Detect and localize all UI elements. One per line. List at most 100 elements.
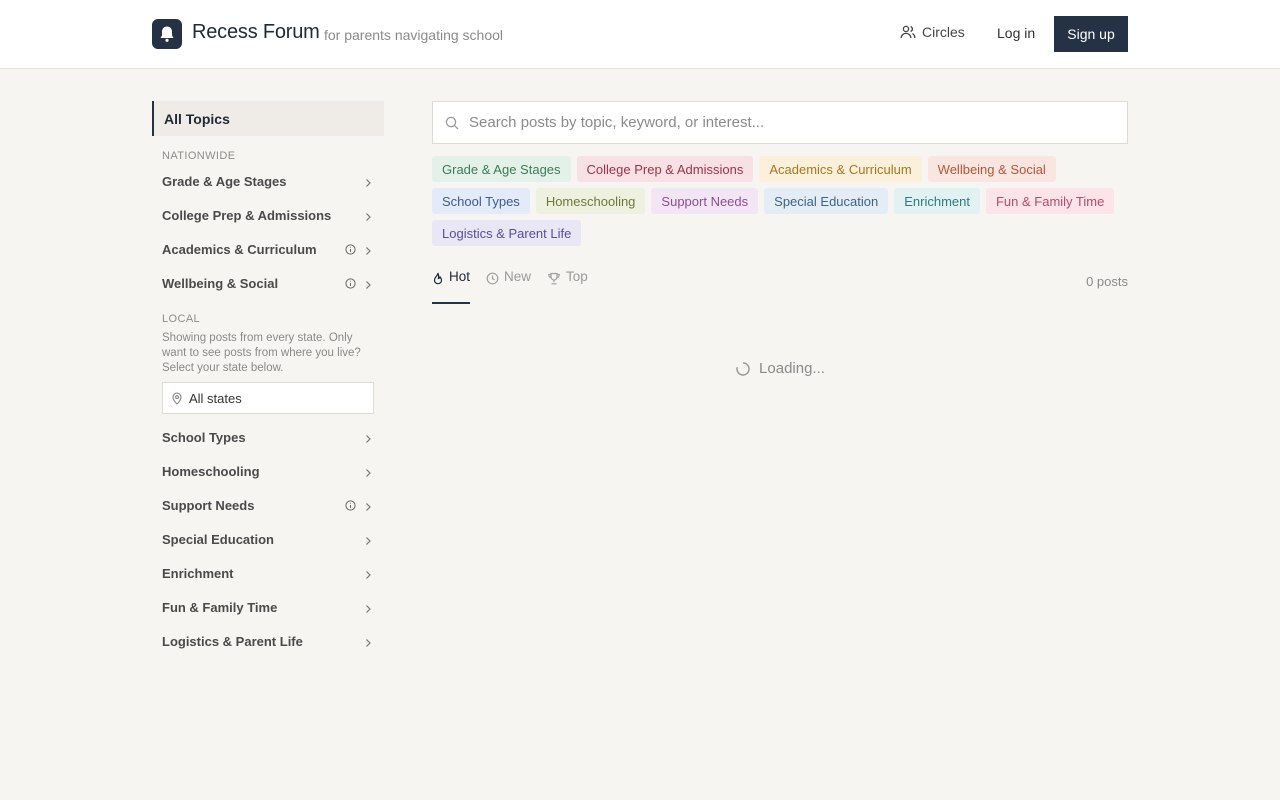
expand-chevron[interactable] bbox=[364, 278, 372, 293]
chevron-right-icon bbox=[366, 571, 371, 579]
tab-top-label: Top bbox=[566, 269, 588, 284]
spinner-icon bbox=[736, 361, 750, 376]
logo[interactable] bbox=[152, 19, 182, 49]
expand-chevron[interactable] bbox=[364, 244, 372, 259]
expand-chevron[interactable] bbox=[364, 602, 372, 617]
chevron-right-icon bbox=[366, 281, 371, 289]
topic-chip-grade-and-age-stages[interactable]: Grade & Age Stages bbox=[432, 156, 571, 182]
info-icon[interactable] bbox=[345, 500, 356, 511]
bell-icon bbox=[160, 26, 174, 42]
expand-chevron[interactable] bbox=[364, 466, 372, 481]
main-content: Grade & Age StagesCollege Prep & Admissi… bbox=[432, 101, 1128, 377]
sidebar-item-enrichment[interactable]: Enrichment bbox=[162, 556, 374, 590]
info-icon[interactable] bbox=[345, 244, 356, 255]
chevron-right-icon bbox=[366, 605, 371, 613]
sidebar-item-label: Special Education bbox=[162, 531, 274, 547]
topic-sidebar: All Topics NATIONWIDE Grade & Age Stages… bbox=[152, 101, 384, 658]
tab-hot-label: Hot bbox=[449, 269, 471, 284]
chevron-right-icon bbox=[366, 639, 371, 647]
brand-tagline: for parents navigating school bbox=[324, 27, 503, 43]
info-button[interactable] bbox=[345, 499, 356, 514]
topic-chips: Grade & Age Stages College Prep & Admissi… bbox=[432, 156, 1132, 246]
search-icon bbox=[445, 116, 459, 129]
sidebar-item-fun-and-family-time[interactable]: Fun & Family Time bbox=[162, 590, 374, 624]
topic-chip-fun-and-family-time[interactable]: Fun & Family Time bbox=[985, 188, 1115, 214]
local-topic-list: School Types Homeschooling Support Needs Sp… bbox=[152, 420, 384, 658]
sidebar-item-all-topics[interactable]: All Topics bbox=[152, 101, 384, 136]
post-count: 0 posts bbox=[1086, 274, 1128, 289]
sidebar-item-logistics-and-parent-life[interactable]: Logistics & Parent Life bbox=[162, 624, 374, 658]
sidebar-item-label: Support Needs bbox=[162, 497, 255, 513]
chevron-right-icon bbox=[366, 247, 371, 255]
tab-new-label: New bbox=[504, 269, 532, 284]
sidebar-item-homeschooling[interactable]: Homeschooling bbox=[162, 454, 374, 488]
sidebar-item-wellbeing-and-social[interactable]: Wellbeing & Social bbox=[162, 266, 374, 300]
nav-circles[interactable]: Circles bbox=[900, 24, 965, 40]
chevron-right-icon bbox=[366, 537, 371, 545]
sidebar-item-label: Enrichment bbox=[162, 565, 234, 581]
search-bar[interactable] bbox=[432, 101, 1128, 144]
sidebar-item-label: Homeschooling bbox=[162, 463, 260, 479]
nav-circles-label: Circles bbox=[922, 24, 965, 40]
top-header: Recess Forum for parents navigating scho… bbox=[0, 0, 1280, 69]
sidebar-item-label: Logistics & Parent Life bbox=[162, 633, 303, 649]
topic-chip-enrichment[interactable]: Enrichment bbox=[894, 188, 980, 214]
tab-new[interactable]: New bbox=[486, 268, 531, 304]
info-button[interactable] bbox=[345, 243, 356, 258]
brand-name[interactable]: Recess Forum bbox=[192, 21, 320, 44]
topic-chip-college-prep-and-admissions[interactable]: College Prep & Admissions bbox=[576, 156, 754, 182]
sidebar-item-label: Fun & Family Time bbox=[162, 599, 278, 615]
chevron-right-icon bbox=[366, 213, 371, 221]
clock-icon bbox=[486, 272, 499, 285]
expand-chevron[interactable] bbox=[364, 210, 372, 225]
topic-chip-wellbeing-and-social[interactable]: Wellbeing & Social bbox=[927, 156, 1056, 182]
local-section-label: LOCAL bbox=[162, 313, 201, 325]
expand-chevron[interactable] bbox=[364, 432, 372, 447]
users-icon bbox=[900, 25, 916, 39]
sidebar-item-academics-and-curriculum[interactable]: Academics & Curriculum bbox=[162, 232, 374, 266]
tab-hot[interactable]: Hot bbox=[432, 268, 471, 304]
topic-chip-special-education[interactable]: Special Education bbox=[764, 188, 889, 214]
chevron-right-icon bbox=[366, 179, 371, 187]
sidebar-item-label: Wellbeing & Social bbox=[162, 275, 279, 291]
expand-chevron[interactable] bbox=[364, 636, 372, 651]
map-pin-icon bbox=[172, 392, 182, 405]
topic-chip-support-needs[interactable]: Support Needs bbox=[651, 188, 759, 214]
sidebar-item-label: College Prep & Admissions bbox=[162, 207, 332, 223]
sidebar-item-label: Grade & Age Stages bbox=[162, 173, 287, 189]
topic-chip-school-types[interactable]: School Types bbox=[432, 188, 530, 214]
sort-tabs: Hot New Top 0 posts bbox=[432, 268, 1128, 304]
sidebar-item-grade-and-age-stages[interactable]: Grade & Age Stages bbox=[162, 164, 374, 198]
trophy-icon bbox=[548, 272, 560, 285]
chevron-right-icon bbox=[366, 469, 371, 477]
sidebar-item-label: Academics & Curriculum bbox=[162, 241, 317, 257]
topic-chip-homeschooling[interactable]: Homeschooling bbox=[535, 188, 646, 214]
sidebar-item-label: School Types bbox=[162, 429, 246, 445]
expand-chevron[interactable] bbox=[364, 534, 372, 549]
info-button[interactable] bbox=[345, 277, 356, 292]
sidebar-item-support-needs[interactable]: Support Needs bbox=[162, 488, 374, 522]
tab-top[interactable]: Top bbox=[547, 268, 588, 304]
expand-chevron[interactable] bbox=[364, 500, 372, 515]
sidebar-item-college-prep-and-admissions[interactable]: College Prep & Admissions bbox=[162, 198, 374, 232]
topic-chip-logistics-and-parent-life[interactable]: Logistics & Parent Life bbox=[432, 220, 582, 246]
sidebar-item-school-types[interactable]: School Types bbox=[162, 420, 374, 454]
signup-button[interactable]: Sign up bbox=[1054, 16, 1128, 52]
loading-text: Loading... bbox=[759, 360, 825, 377]
flame-icon bbox=[433, 272, 443, 285]
sidebar-item-special-education[interactable]: Special Education bbox=[162, 522, 374, 556]
local-help-text: Showing posts from every state. Only wan… bbox=[162, 332, 361, 374]
loading-indicator: Loading... bbox=[432, 360, 1128, 377]
chevron-right-icon bbox=[366, 503, 371, 511]
nationwide-topic-list: Grade & Age Stages College Prep & Admissi… bbox=[152, 164, 384, 300]
search-input[interactable] bbox=[469, 114, 1127, 131]
login-link[interactable]: Log in bbox=[997, 25, 1035, 41]
expand-chevron[interactable] bbox=[364, 568, 372, 583]
state-select-value: All states bbox=[189, 390, 242, 406]
topic-chip-academics-and-curriculum[interactable]: Academics & Curriculum bbox=[759, 156, 922, 182]
expand-chevron[interactable] bbox=[364, 176, 372, 191]
chevron-right-icon bbox=[366, 435, 371, 443]
state-select[interactable]: All states bbox=[162, 382, 374, 414]
info-icon[interactable] bbox=[345, 278, 356, 289]
nationwide-section-label: NATIONWIDE bbox=[162, 150, 236, 162]
